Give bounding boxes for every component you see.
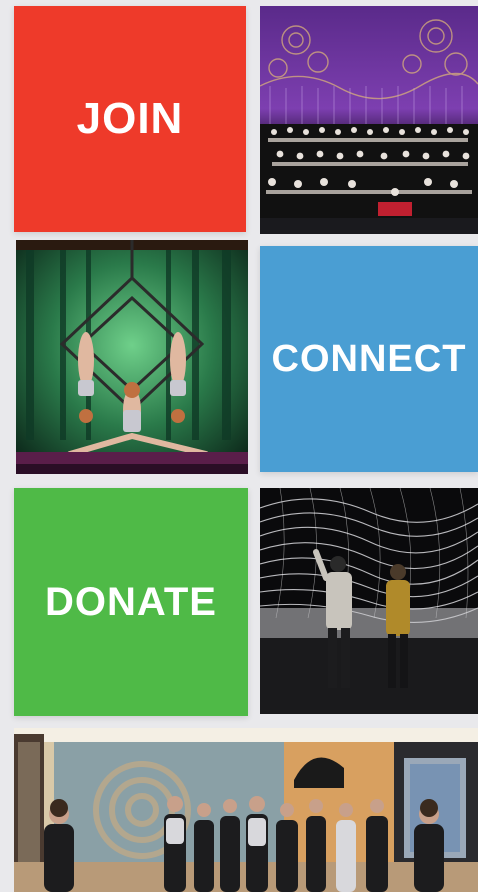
aerial-performance-photo xyxy=(16,240,248,474)
donate-tile[interactable]: DONATE xyxy=(14,488,248,716)
join-label: JOIN xyxy=(76,94,184,143)
join-tile[interactable]: JOIN xyxy=(14,6,246,232)
connect-tile[interactable]: CONNECT xyxy=(260,246,478,472)
connect-label: CONNECT xyxy=(271,337,467,380)
gallery-tour-photo xyxy=(14,728,478,892)
donate-label: DONATE xyxy=(45,579,217,624)
orchestra-photo xyxy=(260,6,478,234)
digital-art-installation-photo xyxy=(260,488,478,714)
